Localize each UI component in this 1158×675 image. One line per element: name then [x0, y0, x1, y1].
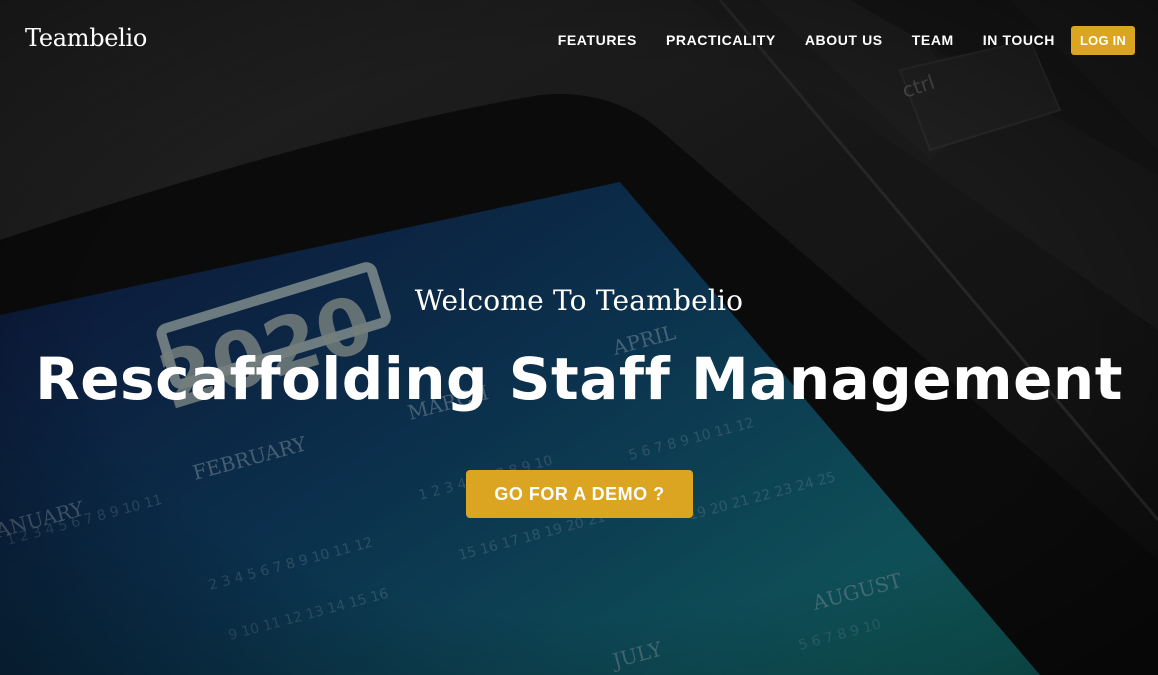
nav-item-features[interactable]: FEATURES — [558, 25, 637, 55]
nav-item-about-us[interactable]: ABOUT US — [805, 25, 883, 55]
welcome-subtitle: Welcome To Teambelio — [414, 284, 744, 317]
top-navigation: Teambelio FEATURES PRACTICALITY ABOUT US… — [0, 0, 1158, 80]
nav-menu: FEATURES PRACTICALITY ABOUT US TEAM IN T… — [529, 25, 1135, 55]
demo-button[interactable]: GO FOR A DEMO ? — [466, 470, 693, 518]
nav-item-team[interactable]: TEAM — [912, 25, 954, 55]
hero-headline: Rescaffolding Staff Management — [35, 345, 1123, 413]
login-button[interactable]: LOG IN — [1071, 25, 1135, 55]
hero-section: 1 2 3 4 5 6 7 8 9 10 11 2 3 4 5 6 7 8 9 … — [0, 0, 1158, 675]
nav-item-in-touch[interactable]: IN TOUCH — [983, 25, 1055, 55]
nav-item-practicality[interactable]: PRACTICALITY — [666, 25, 776, 55]
background-overlay — [0, 0, 1158, 675]
brand-logo[interactable]: Teambelio — [25, 24, 147, 52]
